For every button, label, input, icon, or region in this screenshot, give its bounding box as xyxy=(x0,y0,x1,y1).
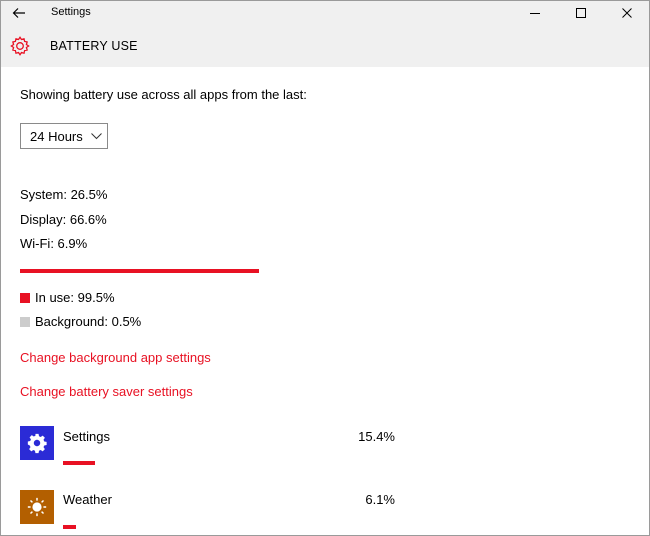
app-weather-tile[interactable] xyxy=(20,490,54,524)
window-title: Settings xyxy=(51,6,91,18)
app-name-weather: Weather xyxy=(63,492,112,507)
page-header: BATTERY USE xyxy=(1,25,649,67)
legend-swatch-in-use xyxy=(20,292,30,303)
timeframe-value: 24 Hours xyxy=(30,129,83,144)
back-button[interactable] xyxy=(1,1,37,25)
sun-icon xyxy=(27,497,47,517)
close-icon xyxy=(622,8,632,18)
legend-label-background: Background: 0.5% xyxy=(35,314,142,329)
app-name-settings: Settings xyxy=(63,429,110,444)
battery-use-content: Showing battery use across all apps from… xyxy=(1,67,649,535)
maximize-button[interactable] xyxy=(558,1,604,25)
intro-text: Showing battery use across all apps from… xyxy=(20,87,307,102)
minimize-button[interactable] xyxy=(512,1,558,25)
change-battery-saver-link[interactable]: Change battery saver settings xyxy=(20,384,193,399)
close-button[interactable] xyxy=(604,1,649,25)
settings-window: Settings BATTERY USE Showing battery use… xyxy=(0,0,650,536)
app-usage-bar-settings xyxy=(63,461,95,465)
app-percent-weather: 6.1% xyxy=(365,492,395,507)
app-percent-settings: 15.4% xyxy=(358,429,395,444)
legend-background: Background: 0.5% xyxy=(20,314,141,329)
gear-icon xyxy=(10,36,30,56)
title-bar: Settings xyxy=(1,1,649,25)
page-title: BATTERY USE xyxy=(50,39,138,53)
stat-system: System: 26.5% xyxy=(20,187,108,202)
stat-display: Display: 66.6% xyxy=(20,212,107,227)
legend-in-use: In use: 99.5% xyxy=(20,290,115,305)
app-settings-tile[interactable] xyxy=(20,426,54,460)
maximize-icon xyxy=(576,8,586,18)
usage-bar xyxy=(20,269,259,273)
back-arrow-icon xyxy=(12,8,25,18)
chevron-down-icon xyxy=(91,133,102,140)
timeframe-dropdown[interactable]: 24 Hours xyxy=(20,123,108,149)
legend-label-in-use: In use: 99.5% xyxy=(35,290,115,305)
app-usage-bar-weather xyxy=(63,525,76,529)
legend-swatch-background xyxy=(20,316,30,327)
minimize-icon xyxy=(530,13,540,14)
change-background-app-link[interactable]: Change background app settings xyxy=(20,350,211,365)
stat-wifi: Wi-Fi: 6.9% xyxy=(20,236,88,251)
gear-icon xyxy=(27,433,47,454)
